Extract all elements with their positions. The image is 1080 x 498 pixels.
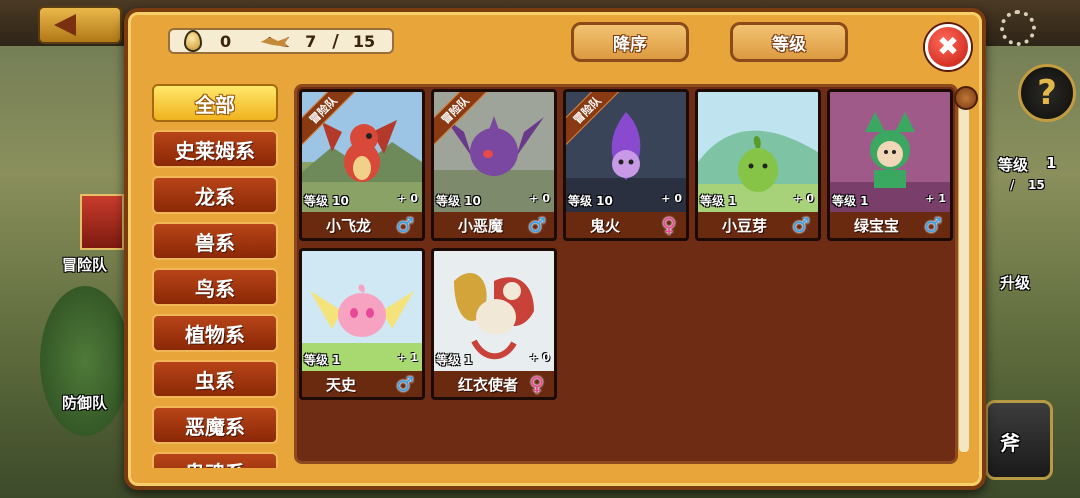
category-insect[interactable]: 虫系 — [152, 360, 278, 398]
pet-level: 等级 1 — [832, 194, 869, 208]
pet-plus: + 0 — [661, 192, 682, 205]
category-plant[interactable]: 植物系 — [152, 314, 278, 352]
pet-level: 等级 10 — [304, 194, 349, 208]
pet-level: 等级 1 — [304, 353, 341, 367]
defense-team-button[interactable] — [40, 286, 130, 436]
bg-action-label: 斧 — [1000, 431, 1020, 455]
pet-count: 7 — [305, 31, 317, 51]
pet-level: 等级 1 — [436, 353, 473, 367]
male-icon: ♂ — [396, 372, 414, 396]
male-icon: ♂ — [924, 213, 942, 237]
grid-scrollbar[interactable] — [959, 94, 969, 452]
category-demon[interactable]: 恶魔系 — [152, 406, 278, 444]
back-button[interactable] — [38, 6, 122, 44]
sort-descending-button[interactable]: 降序 — [571, 22, 689, 62]
pet-level: 等级 10 — [436, 194, 481, 208]
female-icon: ♀ — [661, 213, 677, 237]
pet-plus: + 1 — [925, 192, 946, 205]
bg-level-value: 1 — [1046, 154, 1057, 172]
category-all[interactable]: 全部 — [152, 84, 278, 122]
bg-action-button[interactable]: 斧 — [985, 400, 1053, 480]
male-icon: ♂ — [792, 213, 810, 237]
category-list[interactable]: 全部 史莱姆系 龙系 兽系 鸟系 植物系 虫系 恶魔系 鬼魂系 — [146, 80, 284, 468]
bg-level-label: 等级 — [998, 156, 1029, 174]
category-dragon[interactable]: 龙系 — [152, 176, 278, 214]
dragon-icon — [261, 34, 291, 48]
scrollbar-thumb[interactable] — [954, 86, 978, 110]
pet-level: 等级 10 — [568, 194, 613, 208]
sort-level-button[interactable]: 等级 — [730, 22, 848, 62]
team-banner-icon — [80, 194, 124, 250]
help-button[interactable]: ? — [1018, 64, 1076, 122]
category-slime[interactable]: 史莱姆系 — [152, 130, 278, 168]
bg-upgrade-label: 升级 — [1000, 274, 1031, 292]
currency-bar: 0 7 / 15 — [168, 28, 394, 54]
pet-card[interactable]: 冒险队 等级 10 + 0 鬼火 ♀ — [563, 89, 689, 241]
help-icon: ? — [1037, 73, 1057, 113]
pet-count-separator: / — [332, 30, 339, 52]
close-icon: ✖ — [937, 32, 959, 62]
female-icon: ♀ — [529, 372, 545, 396]
gear-icon[interactable] — [1000, 10, 1036, 46]
pet-plus: + 0 — [529, 192, 550, 205]
category-beast[interactable]: 兽系 — [152, 222, 278, 260]
male-icon: ♂ — [528, 213, 546, 237]
pet-card[interactable]: 等级 1 + 1 绿宝宝 ♂ — [827, 89, 953, 241]
egg-count: 0 — [220, 31, 232, 51]
pet-capacity: 15 — [352, 31, 376, 51]
pet-card[interactable]: 等级 1 + 0 小豆芽 ♂ — [695, 89, 821, 241]
bg-level-max: 15 — [1028, 178, 1045, 192]
pet-level: 等级 1 — [700, 194, 737, 208]
defense-team-label: 防御队 — [62, 394, 108, 412]
pet-plus: + 1 — [397, 351, 418, 364]
pet-plus: + 0 — [793, 192, 814, 205]
pet-card[interactable]: 等级 1 + 0 红衣使者 ♀ — [431, 248, 557, 400]
category-bird[interactable]: 鸟系 — [152, 268, 278, 306]
adventure-team-label: 冒险队 — [62, 256, 108, 274]
male-icon: ♂ — [396, 213, 414, 237]
pet-plus: + 0 — [529, 351, 550, 364]
pet-card[interactable]: 等级 1 + 1 天史 ♂ — [299, 248, 425, 400]
close-button[interactable]: ✖ — [925, 24, 971, 70]
bg-level-sep: / — [1010, 178, 1015, 192]
pet-card[interactable]: 冒险队 等级 10 + 0 小恶魔 ♂ — [431, 89, 557, 241]
egg-icon — [184, 30, 202, 52]
pet-card[interactable]: 冒险队 等级 10 + 0 小飞龙 ♂ — [299, 89, 425, 241]
pet-plus: + 0 — [397, 192, 418, 205]
category-ghost[interactable]: 鬼魂系 — [152, 452, 278, 468]
